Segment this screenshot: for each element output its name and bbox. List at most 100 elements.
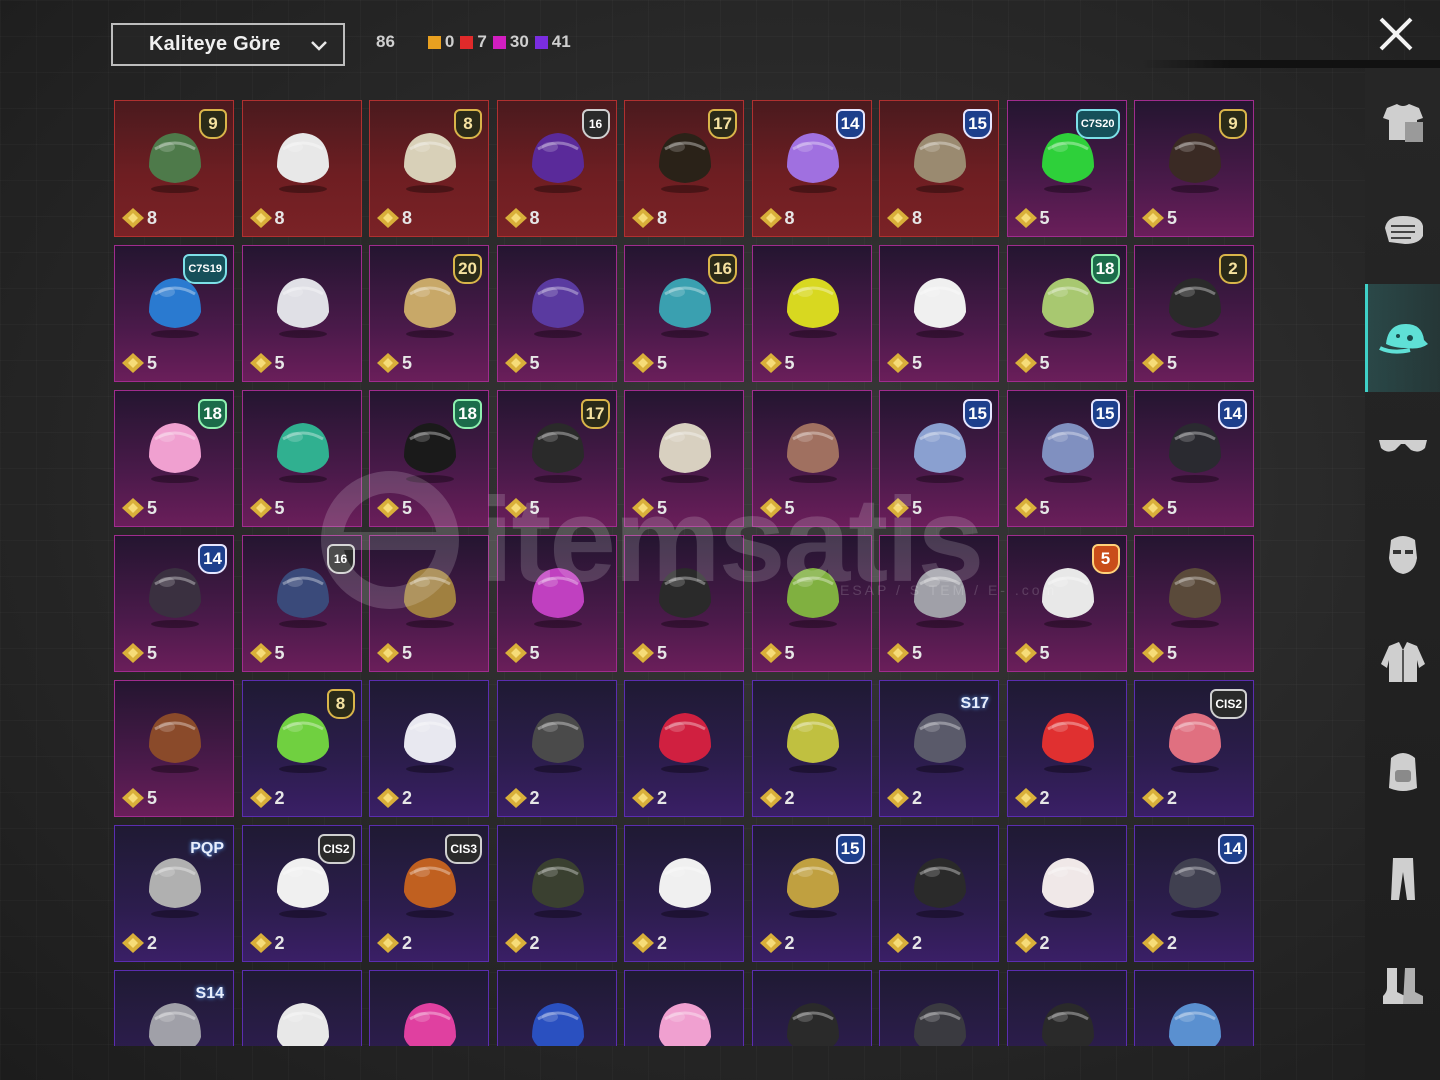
item-tile[interactable]: 2: [624, 825, 744, 962]
item-tile[interactable]: 15 5: [879, 390, 999, 527]
item-tile[interactable]: 2: [369, 680, 489, 817]
points-label: 5: [249, 642, 285, 664]
item-tile[interactable]: [1006, 970, 1127, 1046]
item-tile[interactable]: 5: [496, 245, 617, 382]
item-tile[interactable]: 5: [496, 535, 617, 672]
item-tile[interactable]: 2: [1006, 680, 1127, 817]
points-diamond-icon: [632, 498, 654, 518]
item-tile[interactable]: 5: [624, 535, 744, 672]
item-tile[interactable]: 5: [241, 390, 362, 527]
item-tile[interactable]: 82: [241, 680, 362, 817]
item-tile[interactable]: 16 5: [241, 535, 362, 672]
points-diamond-icon: [249, 498, 272, 518]
item-tile[interactable]: 2: [879, 825, 999, 962]
item-tile[interactable]: 14 5: [114, 535, 234, 672]
item-tile[interactable]: 20 5: [369, 245, 489, 382]
points-label: 5: [504, 642, 540, 664]
sidebar-item-pants[interactable]: [1365, 824, 1440, 932]
sidebar-item-shoes[interactable]: [1365, 932, 1440, 1040]
points-value: 5: [1167, 207, 1178, 228]
item-tile[interactable]: [751, 970, 872, 1046]
points-diamond-icon: [377, 208, 399, 228]
item-tile[interactable]: 55: [1006, 535, 1127, 672]
header-divider: [1140, 60, 1440, 68]
points-label: 2: [376, 787, 412, 809]
hat-pirate-icon: [786, 1003, 839, 1046]
points-value: 5: [274, 642, 285, 663]
sidebar-item-backpack[interactable]: [1365, 716, 1440, 824]
snowman-icon: [914, 278, 966, 338]
points-diamond-icon: [249, 353, 272, 373]
points-value: 8: [402, 207, 413, 228]
item-tile[interactable]: CIS2 2: [241, 825, 362, 962]
item-tile[interactable]: 5: [114, 680, 234, 817]
item-tile[interactable]: CIS3 2: [369, 825, 489, 962]
item-tile[interactable]: 5: [879, 535, 999, 672]
item-tile[interactable]: 5: [751, 535, 872, 672]
item-tile[interactable]: 5: [751, 390, 872, 527]
item-tile[interactable]: 25: [1134, 245, 1254, 382]
mask-tiger-icon: [531, 278, 584, 338]
item-tile[interactable]: [879, 970, 999, 1046]
points-diamond-icon: [249, 643, 272, 663]
item-tile[interactable]: 5: [241, 245, 362, 382]
season-badge: 14: [835, 109, 865, 139]
sidebar-item-gloves[interactable]: [1365, 176, 1440, 284]
sidebar-item-eyewear[interactable]: [1365, 392, 1440, 500]
sidebar-item-face[interactable]: [1365, 500, 1440, 608]
item-tile[interactable]: [624, 970, 744, 1046]
item-tile[interactable]: 98: [114, 100, 234, 237]
item-tile[interactable]: 15 5: [1006, 390, 1127, 527]
sidebar-item-outfit[interactable]: [1365, 68, 1440, 176]
points-label: 8: [121, 207, 157, 229]
item-tile[interactable]: CIS2 2: [1134, 680, 1254, 817]
points-value: 2: [657, 787, 668, 808]
item-tile[interactable]: S17 2: [879, 680, 999, 817]
item-tile[interactable]: 17 8: [624, 100, 744, 237]
item-tile[interactable]: [1134, 970, 1254, 1046]
item-tile[interactable]: 5: [624, 390, 744, 527]
item-tile[interactable]: 5: [751, 245, 872, 382]
points-diamond-icon: [887, 353, 909, 373]
item-tile[interactable]: S14: [114, 970, 234, 1046]
item-tile[interactable]: 2: [1006, 825, 1127, 962]
item-tile[interactable]: 18 5: [1006, 245, 1127, 382]
sidebar-item-headwear[interactable]: [1365, 284, 1440, 392]
item-tile[interactable]: 14 8: [751, 100, 872, 237]
item-tile[interactable]: 14 5: [1134, 390, 1254, 527]
item-tile[interactable]: 5: [1134, 535, 1254, 672]
item-tile[interactable]: C7S20 5: [1006, 100, 1127, 237]
points-value: 5: [147, 497, 158, 518]
points-value: 5: [147, 787, 158, 808]
legendary-swatch: [427, 35, 441, 49]
item-tile[interactable]: [241, 970, 362, 1046]
points-value: 2: [1039, 932, 1050, 953]
points-label: 5: [121, 497, 157, 519]
item-tile[interactable]: 17 5: [496, 390, 617, 527]
item-tile[interactable]: 95: [1134, 100, 1254, 237]
item-tile[interactable]: 2: [496, 680, 617, 817]
item-tile[interactable]: 2: [496, 825, 617, 962]
item-tile[interactable]: 8: [241, 100, 362, 237]
item-tile[interactable]: [369, 970, 489, 1046]
sort-dropdown[interactable]: Kaliteye Göre: [111, 23, 345, 66]
item-tile[interactable]: 18 5: [369, 390, 489, 527]
hat-purple-icon: [531, 568, 584, 628]
item-tile[interactable]: 14 2: [1134, 825, 1254, 962]
sidebar-item-jacket[interactable]: [1365, 608, 1440, 716]
item-tile[interactable]: 2: [624, 680, 744, 817]
item-tile[interactable]: 5: [369, 535, 489, 672]
item-tile[interactable]: 88: [369, 100, 489, 237]
item-tile[interactable]: [496, 970, 617, 1046]
item-tile[interactable]: 15 2: [751, 825, 872, 962]
item-tile[interactable]: 2: [751, 680, 872, 817]
item-tile[interactable]: 16 5: [624, 245, 744, 382]
points-value: 5: [402, 497, 413, 518]
item-tile[interactable]: 16 8: [496, 100, 617, 237]
item-tile[interactable]: 5: [879, 245, 999, 382]
item-tile[interactable]: 15 8: [879, 100, 999, 237]
item-tile[interactable]: PQP 2: [114, 825, 234, 962]
item-tile[interactable]: 18 5: [114, 390, 234, 527]
close-icon[interactable]: [1376, 14, 1416, 54]
item-tile[interactable]: C7S19 5: [114, 245, 234, 382]
